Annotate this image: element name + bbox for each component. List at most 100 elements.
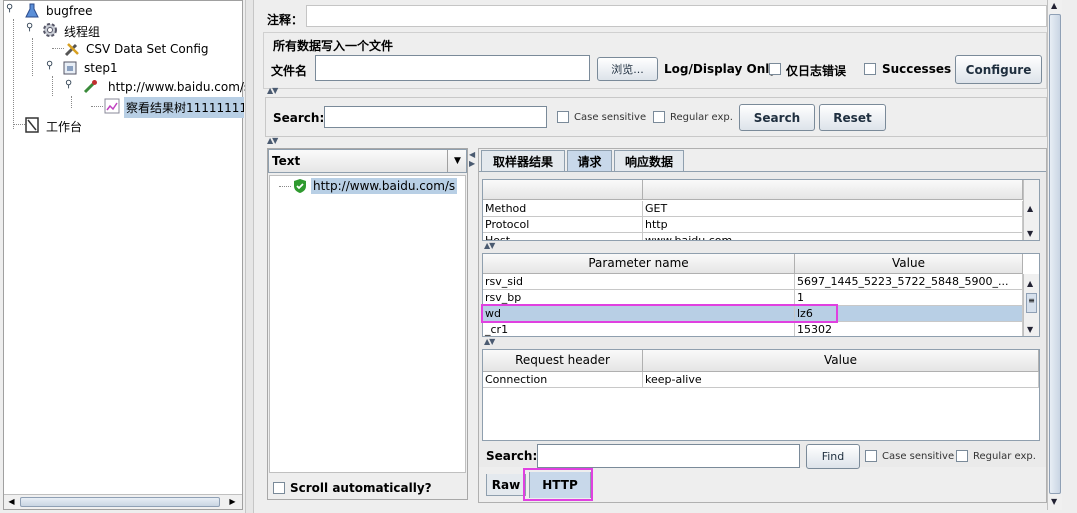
column-header[interactable]: Value (643, 350, 1039, 372)
table-row[interactable]: Protocol http (483, 217, 1023, 233)
column-header[interactable]: Parameter name (483, 254, 795, 274)
tree-item-thread-group[interactable]: 线程组 (42, 21, 222, 39)
right-panel: 注释： 所有数据写入一个文件 文件名 浏览... Log/Display Onl… (256, 0, 1062, 513)
scroll-down-arrow-icon[interactable]: ▼ (1051, 498, 1057, 506)
test-plan-tree: ⚲ ⚲ ⚲ ⚲ bugfree 线程组 CSV Data Set Config … (3, 0, 250, 510)
results-tree: http://www.baidu.com/s (269, 175, 466, 473)
find-search-label: Search: (486, 449, 538, 463)
find-case-checkbox[interactable] (865, 450, 877, 462)
configure-button[interactable]: Configure (955, 55, 1042, 84)
result-item[interactable]: http://www.baidu.com/s (292, 177, 462, 195)
scroll-auto-checkbox[interactable] (273, 482, 285, 494)
controller-icon (63, 61, 77, 75)
find-case-label: Case sensitive (882, 451, 955, 462)
column-header[interactable]: Value (795, 254, 1023, 274)
tab-sampler-result[interactable]: 取样器结果 (481, 150, 565, 171)
expand-toggle-icon[interactable]: ⚲ (6, 3, 13, 14)
tree-item-workbench[interactable]: 工作台 (24, 116, 204, 134)
tools-icon (64, 43, 79, 57)
dropper-icon (83, 80, 97, 94)
column-header[interactable]: Request header (483, 350, 643, 372)
case-sensitive-label: Case sensitive (574, 112, 647, 123)
filename-label: 文件名 (271, 64, 308, 78)
scroll-up-arrow-icon[interactable]: ▲ (1027, 280, 1033, 288)
method-table: Method GET Protocol http Host www.baidu.… (482, 179, 1040, 241)
vertical-scrollbar[interactable]: ▲ ▼ (1023, 180, 1039, 240)
vertical-split-arrows-icon[interactable]: ◀ ▶ (469, 150, 475, 168)
table-row[interactable]: Connection keep-alive (483, 372, 1039, 388)
dropdown-arrow-icon[interactable]: ▼ (447, 150, 467, 172)
scroll-left-arrow-icon[interactable]: ◀ (5, 496, 18, 508)
tab-response-data[interactable]: 响应数据 (614, 150, 684, 171)
table-cell: Method (483, 201, 643, 217)
reset-button[interactable]: Reset (819, 104, 886, 131)
table-cell: Connection (483, 372, 643, 388)
result-item-label: http://www.baidu.com/s (311, 178, 458, 194)
request-headers-table: Request header Value Connection keep-ali… (482, 349, 1040, 441)
expand-toggle-icon[interactable]: ⚲ (46, 60, 53, 71)
table-cell: www.baidu.com (643, 233, 1023, 240)
case-sensitive-checkbox[interactable] (557, 111, 569, 123)
table-cell: http (643, 217, 1023, 233)
split-arrows-icon[interactable]: ▲▼ (484, 338, 495, 346)
tree-item-step1[interactable]: step1 (62, 59, 242, 77)
split-arrows-icon[interactable]: ▲▼ (484, 242, 495, 250)
table-cell: 15302 (795, 322, 1023, 336)
errors-only-checkbox[interactable] (769, 63, 781, 75)
tree-item-csv-config[interactable]: CSV Data Set Config (64, 40, 242, 58)
split-arrows-icon[interactable]: ▲▼ (267, 87, 278, 95)
table-row[interactable]: Host www.baidu.com (483, 233, 1023, 240)
comment-field[interactable] (306, 5, 1047, 27)
search-label: Search: (273, 111, 325, 125)
expand-toggle-icon[interactable]: ⚲ (26, 22, 33, 33)
parameters-table: Parameter name Value rsv_sid 5697_1445_5… (482, 253, 1040, 337)
expand-toggle-icon[interactable]: ⚲ (65, 79, 72, 90)
renderer-select[interactable]: Text ▼ (268, 149, 467, 173)
main-split-divider[interactable] (245, 0, 254, 513)
regex-checkbox[interactable] (653, 111, 665, 123)
tree-item-view-results[interactable]: 察看结果树11111111 (104, 97, 244, 118)
scroll-down-arrow-icon[interactable]: ▼ (1027, 326, 1033, 334)
split-arrows-icon[interactable]: ▲▼ (267, 137, 278, 145)
search-input[interactable] (324, 106, 547, 128)
find-input[interactable] (537, 444, 800, 468)
find-regex-checkbox[interactable] (956, 450, 968, 462)
main-vertical-scrollbar[interactable]: ▲ ▼ (1047, 0, 1062, 510)
scroll-thumb[interactable] (20, 497, 220, 507)
scroll-thumb[interactable] (1049, 14, 1061, 494)
scroll-right-arrow-icon[interactable]: ▶ (226, 496, 239, 508)
table-row[interactable]: Method GET (483, 201, 1023, 217)
clipboard-icon (25, 117, 39, 133)
log-display-label: Log/Display Only: (664, 62, 782, 76)
tree-horizontal-scrollbar[interactable]: ◀ ▶ (4, 494, 242, 509)
search-button[interactable]: Search (739, 104, 815, 131)
tree-line (279, 186, 291, 187)
vertical-scrollbar[interactable]: ▲ ≡ ▼ (1023, 274, 1039, 336)
comment-label: 注释： (267, 13, 304, 27)
scroll-down-arrow-icon[interactable]: ▼ (1027, 230, 1033, 238)
regex-label: Regular exp. (670, 112, 733, 123)
scroll-up-arrow-icon[interactable]: ▲ (1027, 205, 1033, 213)
tab-request[interactable]: 请求 (567, 150, 612, 171)
table-cell: keep-alive (643, 372, 1039, 388)
tree-item-bugfree[interactable]: bugfree (24, 2, 224, 20)
table-cell: rsv_sid (483, 274, 795, 290)
tree-line (32, 38, 33, 76)
tree-item-label: step1 (84, 61, 118, 75)
find-button[interactable]: Find (806, 444, 860, 469)
browse-button[interactable]: 浏览... (597, 57, 658, 81)
tree-line (52, 48, 64, 49)
scroll-up-arrow-icon[interactable]: ▲ (1051, 2, 1057, 10)
filename-field[interactable] (315, 55, 590, 81)
tree-item-label: bugfree (46, 4, 93, 18)
table-row[interactable]: rsv_sid 5697_1445_5223_5722_5848_5900_..… (483, 274, 1023, 290)
tree-item-label: http://www.baidu.com/s (108, 80, 251, 94)
table-cell: Protocol (483, 217, 643, 233)
section-title: 所有数据写入一个文件 (273, 39, 394, 53)
tree-item-http-sampler[interactable]: http://www.baidu.com/s (82, 78, 250, 96)
tab-raw[interactable]: Raw (486, 474, 526, 496)
flask-icon (25, 3, 39, 18)
table-row[interactable]: _cr1 15302 (483, 322, 1023, 336)
successes-checkbox[interactable] (864, 63, 876, 75)
scroll-thumb[interactable]: ≡ (1026, 293, 1037, 313)
